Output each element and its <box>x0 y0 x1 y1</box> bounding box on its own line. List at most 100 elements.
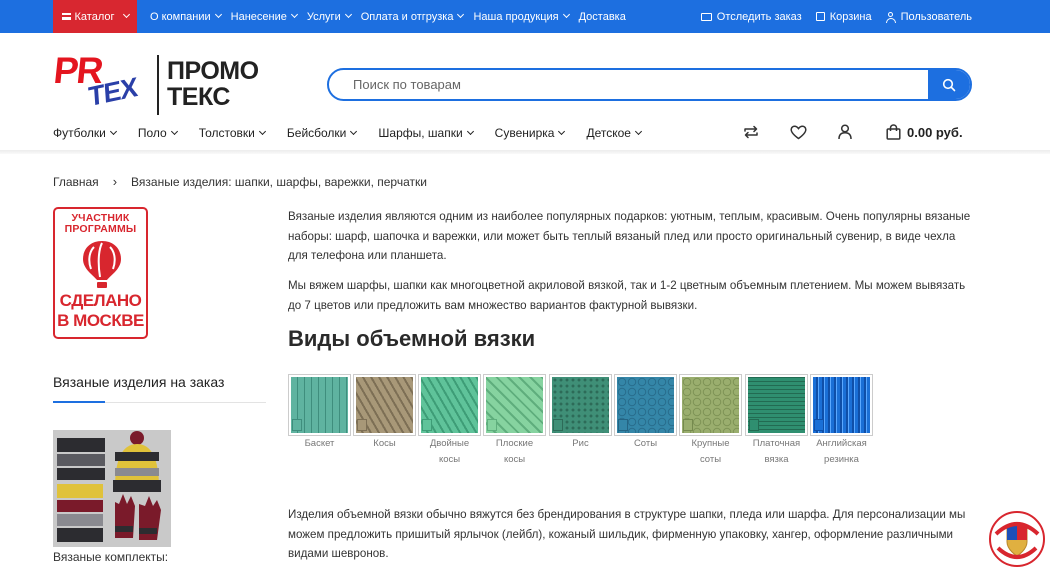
search-icon <box>942 78 956 91</box>
chevron-down-icon <box>214 10 222 19</box>
nav-souvenirs[interactable]: Сувенирка <box>495 126 566 140</box>
breadcrumb: Главная › Вязаные изделия: шапки, шарфы,… <box>53 174 427 189</box>
breadcrumb-home[interactable]: Главная <box>53 175 99 189</box>
site-logo[interactable]: PR TEX ПРОМО ТЕКС <box>52 50 268 117</box>
truck-icon <box>700 12 712 21</box>
swatch-label: Косы <box>373 438 396 449</box>
main-nav: Футболки Поло Толстовки Бейсболки Шарфы,… <box>53 124 642 142</box>
swatch-label: Рис <box>572 438 589 449</box>
sidebar-caption: Вязаные комплекты: <box>53 550 169 564</box>
sidebar-divider <box>53 401 266 403</box>
chevron-down-icon <box>457 10 465 19</box>
chevron-down-icon <box>344 10 352 19</box>
swatch-image <box>483 374 546 436</box>
logo-divider <box>157 55 159 115</box>
wishlist-button[interactable] <box>790 120 807 144</box>
cart-total: 0.00 руб. <box>907 124 963 140</box>
swatch-label: Двойные косы <box>429 438 470 465</box>
swatch-label: Крупные соты <box>691 438 730 465</box>
knit-types-gallery: Баскет Косы Двойные косы Плоские косы Рис … <box>288 374 888 474</box>
heart-icon <box>790 124 807 139</box>
swatch-large-honeycomb[interactable]: Крупные соты <box>679 374 742 468</box>
cart-link[interactable]: Корзина <box>815 11 872 23</box>
compare-button[interactable] <box>743 120 759 144</box>
chevron-down-icon <box>558 127 566 135</box>
swatch-label: Баскет <box>304 438 335 449</box>
made-in-moscow-badge[interactable]: УЧАСТНИК ПРОГРАММЫ СДЕЛАНО В МОСКВЕ <box>53 207 148 339</box>
nav-scarves-hats[interactable]: Шарфы, шапки <box>378 126 474 140</box>
top-nav-delivery[interactable]: Доставка <box>579 11 626 23</box>
nav-hoodies[interactable]: Толстовки <box>199 126 266 140</box>
search-input[interactable] <box>329 70 929 99</box>
top-bar: Каталог О компании Нанесение Услуги Опла… <box>0 0 1050 33</box>
crest-icon <box>989 511 1045 567</box>
swatch-image <box>810 374 873 436</box>
swatch-basket[interactable]: Баскет <box>288 374 351 452</box>
knitted-set-photo <box>53 430 171 547</box>
catalog-label: Каталог <box>74 10 115 23</box>
swatch-label: Плоские косы <box>495 438 534 465</box>
top-nav-services[interactable]: Услуги <box>307 10 352 23</box>
balloon-icon <box>83 241 121 288</box>
swatch-rice[interactable]: Рис <box>549 374 612 452</box>
user-icon <box>838 124 852 140</box>
swatch-cables[interactable]: Косы <box>353 374 416 452</box>
top-nav-about[interactable]: О компании <box>150 10 222 23</box>
chevron-right-icon: › <box>112 174 118 189</box>
swatch-label: Соты <box>633 438 658 449</box>
chevron-down-icon <box>122 10 130 19</box>
swatch-label: Платочная вязка <box>752 438 801 465</box>
logo-line1: ПРОМО <box>167 57 259 85</box>
cart-button[interactable]: 0.00 руб. <box>886 120 963 144</box>
account-button[interactable] <box>838 120 852 144</box>
swatch-flat-cables[interactable]: Плоские косы <box>483 374 546 468</box>
top-nav-printing[interactable]: Нанесение <box>231 11 298 23</box>
shopping-bag-icon <box>886 124 901 140</box>
badge-bottom-text: СДЕЛАНО В МОСКВЕ <box>57 291 144 330</box>
top-nav-products[interactable]: Наша продукция <box>473 10 570 23</box>
logo-tex: TEX <box>87 71 138 113</box>
corner-emblem <box>988 510 1046 568</box>
swatch-honeycomb[interactable]: Соты <box>614 374 677 452</box>
header-actions: 0.00 руб. <box>740 120 980 144</box>
swatch-double-cables[interactable]: Двойные косы <box>418 374 481 468</box>
colors-paragraph: Мы вяжем шарфы, шапки как многоцветной а… <box>288 279 966 312</box>
chevron-down-icon <box>258 127 266 135</box>
swatch-image <box>288 374 351 436</box>
compare-icon <box>744 125 758 139</box>
top-nav-payment[interactable]: Оплата и отгрузка <box>361 10 465 23</box>
swatch-image <box>549 374 612 436</box>
header-divider <box>0 150 1050 154</box>
top-right-links: Отследить заказ Корзина Пользователь <box>700 0 972 33</box>
search-button[interactable] <box>928 70 970 99</box>
swatch-image <box>679 374 742 436</box>
knitted-set-image[interactable] <box>53 430 171 547</box>
chevron-down-icon <box>170 127 178 135</box>
intro-paragraph: Вязаные изделия являются одним из наибол… <box>288 210 971 262</box>
swatch-image <box>353 374 416 436</box>
chevron-down-icon <box>350 127 358 135</box>
badge-top-text: УЧАСТНИК ПРОГРАММЫ <box>64 212 137 235</box>
swatch-english-rib[interactable]: Английская резинка <box>810 374 873 468</box>
swatch-label: Английская резинка <box>816 438 867 465</box>
chevron-down-icon <box>466 127 474 135</box>
bag-icon <box>815 12 825 21</box>
logo-line2: ТЕКС <box>167 83 230 111</box>
menu-icon <box>61 13 71 20</box>
nav-tshirts[interactable]: Футболки <box>53 126 117 140</box>
top-nav: О компании Нанесение Услуги Оплата и отг… <box>150 0 636 33</box>
chevron-down-icon <box>634 127 642 135</box>
sidebar-title: Вязаные изделия на заказ <box>53 374 225 390</box>
swatch-garter[interactable]: Платочная вязка <box>745 374 808 468</box>
swatch-image <box>418 374 481 436</box>
chevron-down-icon <box>109 127 117 135</box>
user-link[interactable]: Пользователь <box>885 11 972 23</box>
catalog-button[interactable]: Каталог <box>53 0 137 33</box>
chevron-down-icon <box>562 10 570 19</box>
personalization-paragraph: Изделия объемной вязки обычно вяжутся бе… <box>288 508 966 560</box>
track-order-link[interactable]: Отследить заказ <box>700 11 802 23</box>
nav-polo[interactable]: Поло <box>138 126 178 140</box>
user-icon <box>885 11 896 23</box>
nav-kids[interactable]: Детское <box>586 126 642 140</box>
nav-caps[interactable]: Бейсболки <box>287 126 358 140</box>
